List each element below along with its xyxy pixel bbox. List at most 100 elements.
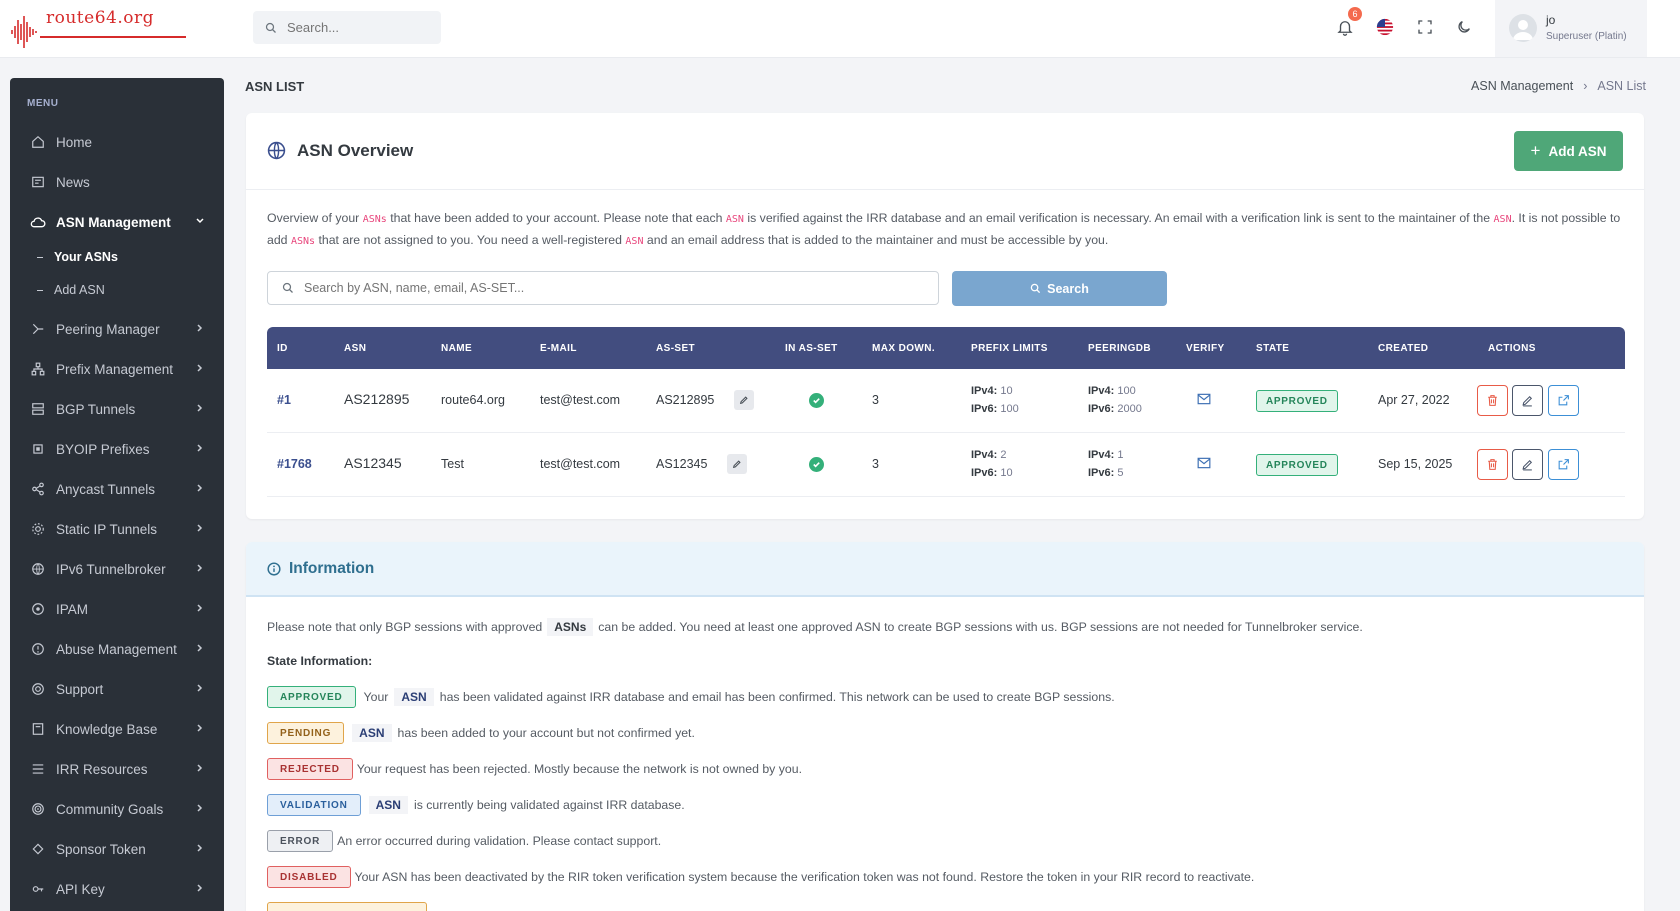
col-created[interactable]: CREATED (1378, 343, 1428, 354)
col-email[interactable]: E-MAIL (540, 343, 577, 354)
open-external-button[interactable] (1548, 385, 1579, 416)
bell-icon (1337, 21, 1353, 36)
brand-logo[interactable]: route64.org (10, 6, 190, 52)
asn-search-input[interactable] (304, 281, 904, 295)
share-icon (30, 481, 46, 497)
col-name[interactable]: NAME (441, 343, 472, 354)
row-asn: AS12345 (344, 455, 402, 471)
edit-as-set-button[interactable] (727, 454, 747, 474)
sidebar-item-peering-manager[interactable]: Peering Manager (10, 314, 224, 344)
mail-icon[interactable] (1197, 457, 1211, 472)
sidebar-item-static-ip-tunnels[interactable]: Static IP Tunnels (10, 514, 224, 544)
theme-toggle-button[interactable] (1453, 16, 1475, 38)
col-id[interactable]: ID (277, 343, 288, 354)
pencil-icon (1522, 459, 1533, 471)
sidebar-item-prefix-management[interactable]: Prefix Management (10, 354, 224, 384)
row-created: Sep 15, 2025 (1378, 457, 1453, 471)
col-in-as-set[interactable]: IN AS-SET (785, 343, 838, 354)
sidebar-item-sponsor-token[interactable]: Sponsor Token (10, 834, 224, 864)
moon-icon (1458, 21, 1470, 33)
breadcrumb-item-asn-management[interactable]: ASN Management (1471, 79, 1573, 93)
delete-button[interactable] (1477, 385, 1508, 416)
chevron-right-icon (197, 564, 203, 572)
status-badge: DISABLED (267, 866, 351, 888)
mail-icon[interactable] (1197, 393, 1211, 408)
sidebar-item-label: IPv6 Tunnelbroker (56, 561, 166, 577)
settings-icon (30, 521, 46, 537)
col-peeringdb[interactable]: PEERINGDB (1088, 343, 1151, 354)
breadcrumb-separator: › (1583, 79, 1588, 93)
row-email: test@test.com (540, 393, 621, 407)
search-button[interactable]: Search (952, 271, 1167, 306)
intro-text: Overview of your ASNs that have been add… (267, 211, 1621, 247)
trash-icon (1488, 459, 1497, 470)
sidebar-item-bgp-tunnels[interactable]: BGP Tunnels (10, 394, 224, 424)
row-name: route64.org (441, 393, 505, 407)
chevron-right-icon (197, 804, 203, 812)
sidebar-item-byoip-prefixes[interactable]: BYOIP Prefixes (10, 434, 224, 464)
edit-button[interactable] (1512, 385, 1543, 416)
chevron-right-icon (197, 444, 203, 452)
card-title: ASN Overview (297, 141, 414, 160)
col-max-down[interactable]: MAX DOWN. (872, 343, 935, 354)
sidebar-item-ipam[interactable]: IPAM (10, 594, 224, 624)
col-as-set[interactable]: AS-SET (656, 343, 695, 354)
row-prefix-limits: IPv4: 10 IPv6: 100 (971, 385, 1019, 415)
status-badge: PENDING (267, 722, 345, 744)
row-as-set: AS12345 (656, 457, 708, 471)
target-icon (30, 801, 46, 817)
pencil-icon (739, 396, 748, 405)
status-badge: APPROVED (267, 686, 356, 708)
card-header: ASN Overview + Add ASN (246, 113, 1644, 190)
col-verify[interactable]: VERIFY (1186, 343, 1225, 354)
row-id[interactable]: #1768 (277, 457, 312, 471)
chevron-right-icon (197, 884, 203, 892)
database-icon (30, 761, 46, 777)
asn-search-field[interactable] (267, 271, 939, 305)
key-icon (30, 881, 46, 897)
delete-button[interactable] (1477, 449, 1508, 480)
sidebar-item-ipv6-tunnelbroker[interactable]: IPv6 Tunnelbroker (10, 554, 224, 584)
sidebar-item-support[interactable]: Support (10, 674, 224, 704)
sidebar-item-community-goals[interactable]: Community Goals (10, 794, 224, 824)
row-id[interactable]: #1 (277, 393, 291, 407)
sidebar-item-abuse-management[interactable]: Abuse Management (10, 634, 224, 664)
sidebar-item-knowledge-base[interactable]: Knowledge Base (10, 714, 224, 744)
table-row: #1768 AS12345 Test test@test.com AS12345… (267, 433, 1625, 497)
sidebar-item-label: Prefix Management (56, 361, 174, 377)
sidebar-item-news[interactable]: News (10, 167, 224, 197)
support-icon (30, 681, 46, 697)
sidebar-subitem-your-asns[interactable]: Your ASNs (10, 244, 224, 270)
sidebar-item-label: Sponsor Token (56, 841, 146, 857)
chevron-right-icon (197, 684, 203, 692)
sidebar-subitem-label: Add ASN (54, 283, 105, 297)
sidebar-item-asn-management[interactable]: ASN Management (10, 207, 224, 237)
edit-as-set-button[interactable] (734, 390, 754, 410)
sidebar-item-label: ASN Management (56, 214, 171, 230)
global-search-input[interactable] (287, 20, 427, 35)
open-external-button[interactable] (1548, 449, 1579, 480)
chevron-right-icon (197, 644, 203, 652)
sidebar-item-label: Community Goals (56, 801, 164, 817)
alert-icon (30, 641, 46, 657)
sidebar-subitem-add-asn[interactable]: Add ASN (10, 277, 224, 303)
add-asn-button[interactable]: + Add ASN (1514, 131, 1623, 171)
language-button[interactable] (1374, 16, 1396, 38)
status-badge: APPROVED (1256, 390, 1338, 412)
breadcrumb: ASN Management › ASN List (1471, 79, 1646, 93)
user-menu[interactable]: jo Superuser (Platin) (1495, 0, 1647, 57)
sidebar-item-home[interactable]: Home (10, 127, 224, 157)
fullscreen-button[interactable] (1414, 16, 1436, 38)
global-search[interactable] (253, 11, 441, 44)
row-max-down: 3 (872, 393, 879, 407)
sidebar-item-irr-resources[interactable]: IRR Resources (10, 754, 224, 784)
col-prefix-limits[interactable]: PREFIX LIMITS (971, 343, 1048, 354)
col-asn[interactable]: ASN (344, 343, 366, 354)
edit-button[interactable] (1512, 449, 1543, 480)
sidebar-item-anycast-tunnels[interactable]: Anycast Tunnels (10, 474, 224, 504)
sidebar-item-api-key[interactable]: API Key (10, 874, 224, 904)
col-state[interactable]: STATE (1256, 343, 1289, 354)
state-info-title: State Information: (267, 654, 373, 668)
user-role: Superuser (Platin) (1546, 31, 1627, 42)
search-icon (265, 22, 276, 33)
